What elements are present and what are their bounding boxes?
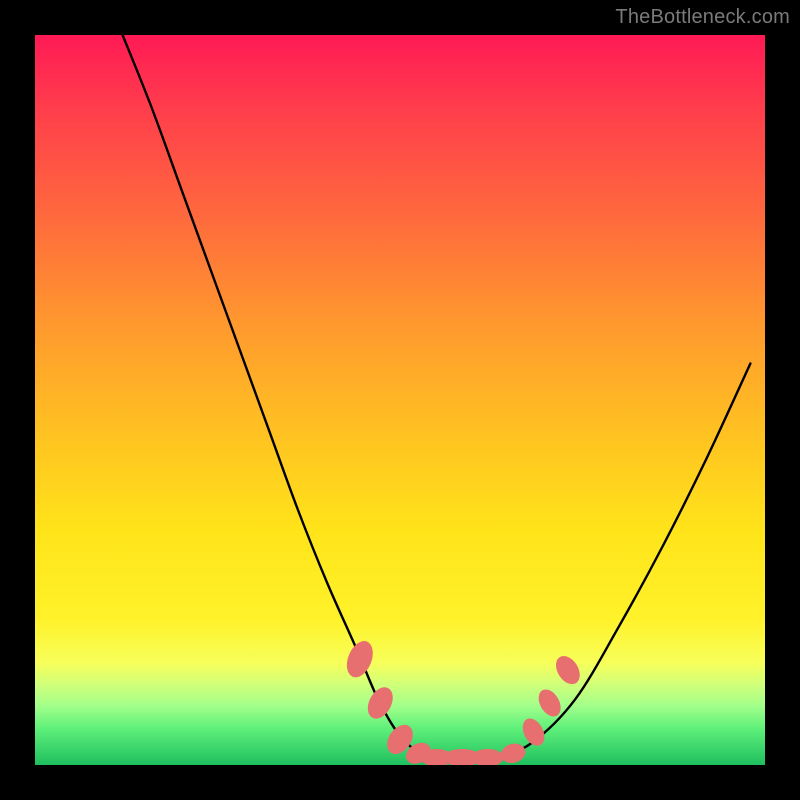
curve-layer [35, 35, 765, 765]
series-curve [123, 35, 751, 759]
curve-marker [534, 686, 565, 721]
curve-marker [342, 637, 378, 681]
chart-frame: TheBottleneck.com [0, 0, 800, 800]
curve-marker [363, 683, 398, 723]
curve-marker [499, 741, 528, 765]
curve-marker [472, 749, 504, 765]
marker-layer [342, 637, 585, 765]
plot-area [35, 35, 765, 765]
watermark-text: TheBottleneck.com [615, 6, 790, 29]
curve-marker [551, 652, 585, 689]
